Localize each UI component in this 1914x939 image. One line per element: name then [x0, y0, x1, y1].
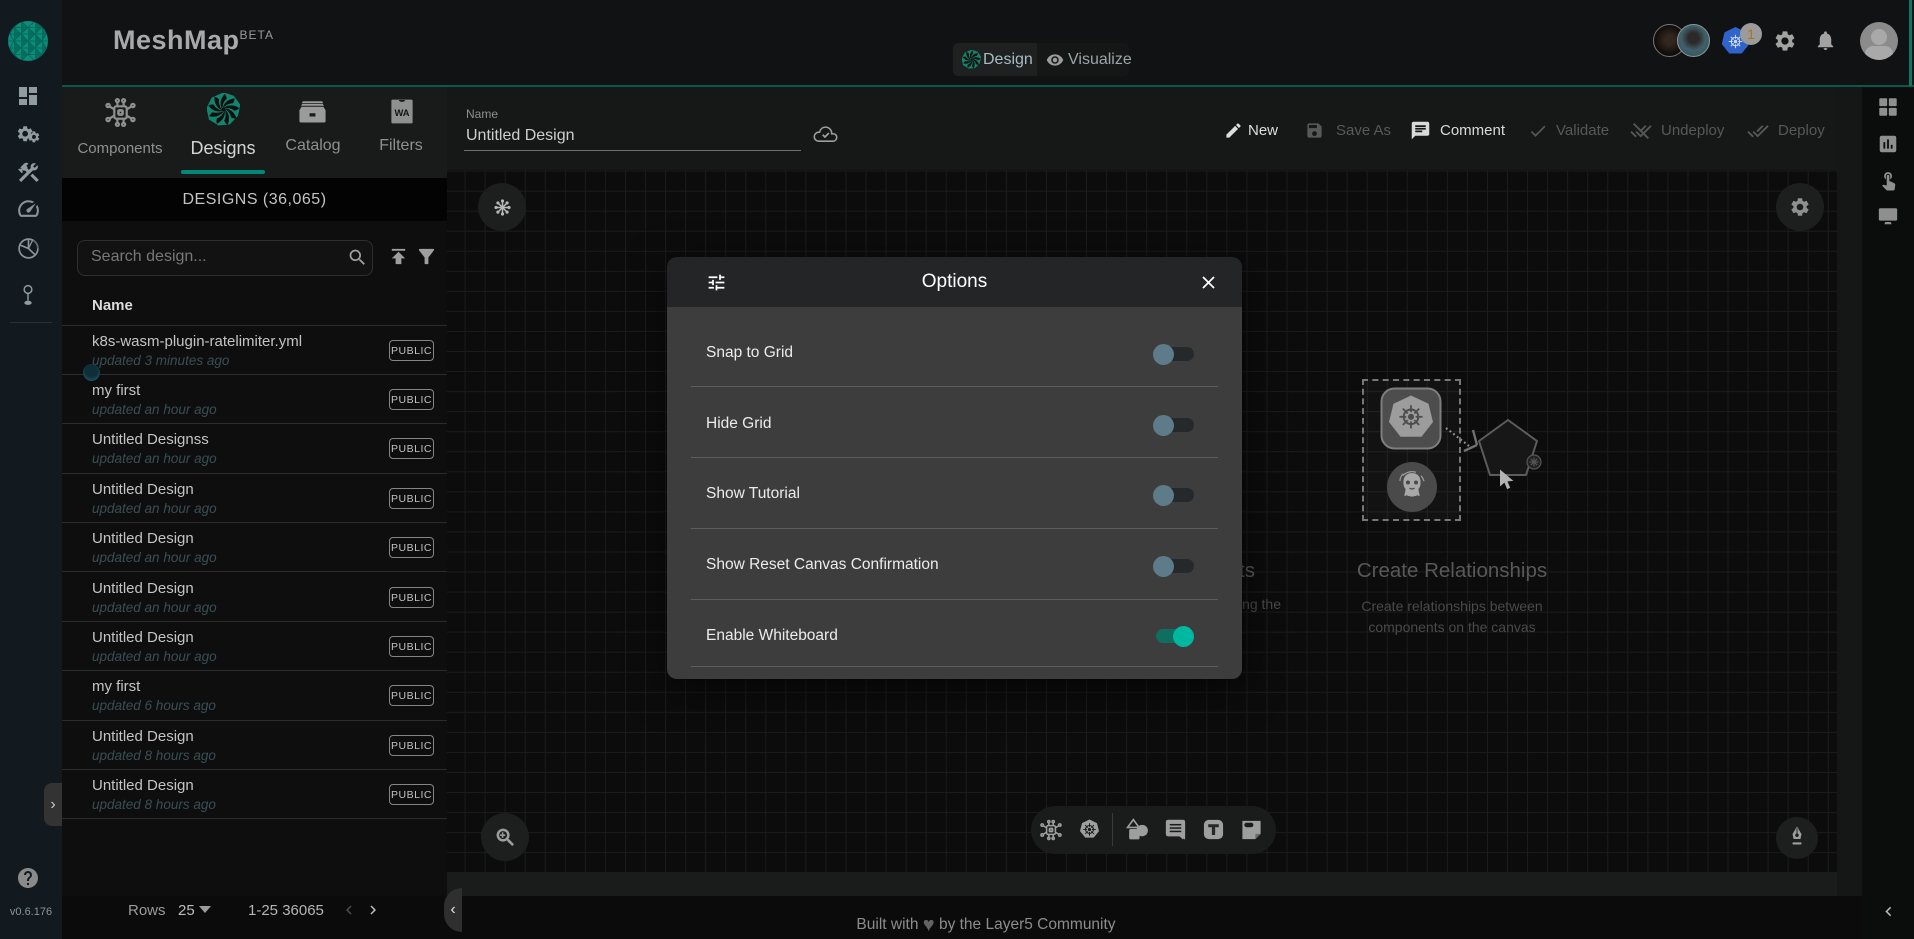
svg-text:WA: WA: [394, 108, 409, 118]
